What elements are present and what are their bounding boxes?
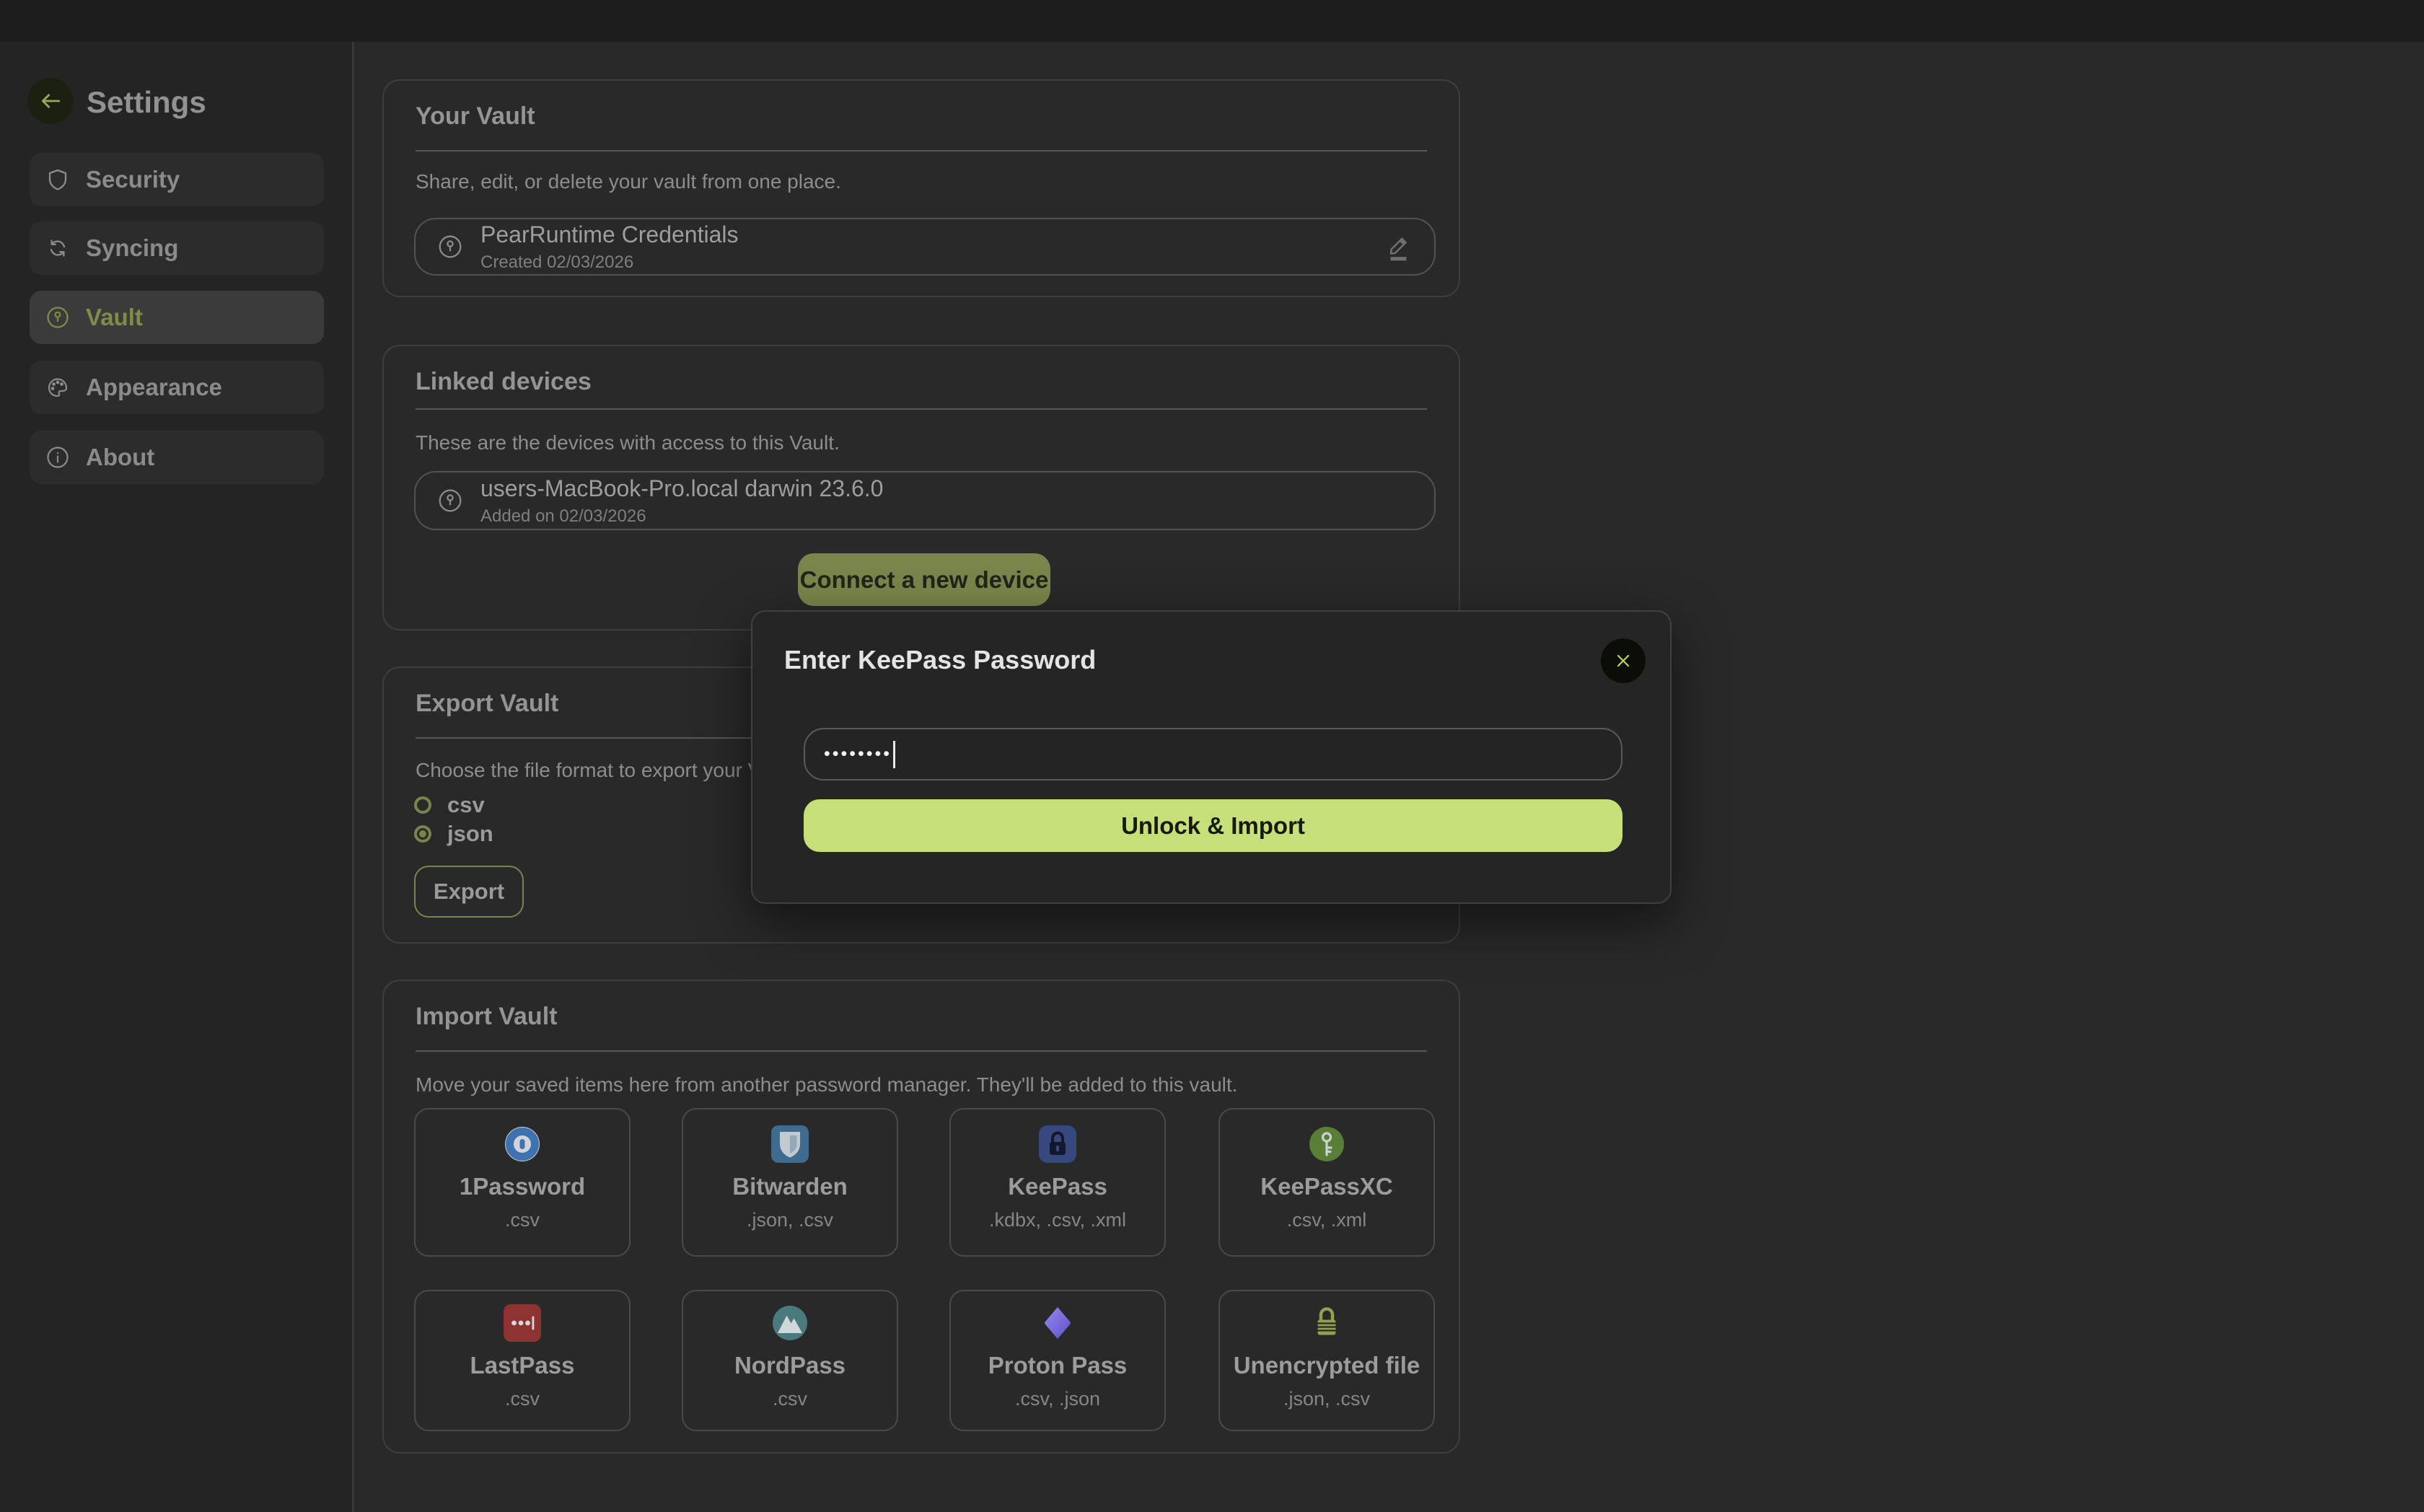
divider <box>416 150 1427 151</box>
edit-vault-button[interactable] <box>1381 229 1415 264</box>
palette-icon <box>45 375 70 400</box>
provider-formats: .json, .csv <box>1283 1388 1370 1410</box>
import-provider-1password[interactable]: 1Password .csv <box>414 1108 631 1257</box>
sidebar-item-label: Appearance <box>86 374 222 401</box>
sync-icon <box>45 236 70 260</box>
import-provider-keepass[interactable]: KeePass .kdbx, .csv, .xml <box>949 1108 1166 1257</box>
provider-name: 1Password <box>460 1173 585 1200</box>
bitwarden-icon <box>771 1125 809 1163</box>
info-icon <box>45 445 70 470</box>
sidebar-item-appearance[interactable]: Appearance <box>30 361 324 414</box>
password-input[interactable]: •••••••• <box>804 728 1622 781</box>
sidebar-item-label: Syncing <box>86 234 178 262</box>
text-caret <box>893 741 895 768</box>
export-format-option-csv[interactable]: csv <box>414 792 485 818</box>
sidebar-item-label: About <box>86 444 154 471</box>
radio-label: json <box>447 821 493 847</box>
unlock-import-button[interactable]: Unlock & Import <box>804 799 1622 852</box>
onepassword-icon <box>504 1125 541 1163</box>
close-dialog-button[interactable] <box>1601 638 1646 683</box>
provider-name: Unencrypted file <box>1234 1352 1420 1379</box>
close-icon <box>1611 649 1635 673</box>
vault-row: PearRuntime Credentials Created 02/03/20… <box>414 218 1436 276</box>
settings-sidebar: Settings Security Syncing Vault Appearan… <box>0 42 354 1512</box>
arrow-left-icon <box>36 87 65 115</box>
card-description: Share, edit, or delete your vault from o… <box>416 170 841 193</box>
radio-label: csv <box>447 792 485 818</box>
card-description: These are the devices with access to thi… <box>416 431 840 454</box>
provider-name: Bitwarden <box>732 1173 848 1200</box>
connect-new-device-button[interactable]: Connect a new device <box>798 553 1050 606</box>
provider-name: KeePass <box>1008 1173 1107 1200</box>
card-title: Linked devices <box>416 368 592 396</box>
sidebar-item-about[interactable]: About <box>30 431 324 484</box>
window-title-bar <box>0 0 2424 42</box>
provider-formats: .csv, .xml <box>1287 1209 1367 1231</box>
password-masked-value: •••••••• <box>824 745 892 763</box>
import-provider-protonpass[interactable]: Proton Pass .csv, .json <box>949 1290 1166 1431</box>
protonpass-icon <box>1039 1304 1076 1342</box>
import-provider-keepassxc[interactable]: KeePassXC .csv, .xml <box>1218 1108 1435 1257</box>
page-title: Settings <box>87 84 206 121</box>
lastpass-icon <box>504 1304 541 1342</box>
sidebar-item-security[interactable]: Security <box>30 153 324 206</box>
vault-created-date: Created 02/03/2026 <box>480 252 739 273</box>
import-vault-card: Import Vault Move your saved items here … <box>382 980 1460 1454</box>
import-provider-lastpass[interactable]: LastPass .csv <box>414 1290 631 1431</box>
shield-icon <box>45 167 70 192</box>
provider-name: LastPass <box>470 1352 575 1379</box>
provider-formats: .json, .csv <box>747 1209 833 1231</box>
key-circle-icon <box>45 305 70 330</box>
card-title: Export Vault <box>416 690 558 718</box>
provider-formats: .csv <box>505 1209 540 1231</box>
provider-name: NordPass <box>734 1352 846 1379</box>
provider-formats: .csv, .json <box>1015 1388 1100 1410</box>
back-button[interactable] <box>27 78 74 124</box>
radio-selected-icon <box>414 825 431 843</box>
provider-formats: .csv <box>773 1388 807 1410</box>
linked-devices-card: Linked devices These are the devices wit… <box>382 345 1460 630</box>
nordpass-icon <box>771 1304 809 1342</box>
keepass-password-dialog: Enter KeePass Password •••••••• Unlock &… <box>751 610 1672 904</box>
export-button[interactable]: Export <box>414 866 524 918</box>
device-added-date: Added on 02/03/2026 <box>480 506 883 527</box>
your-vault-card: Your Vault Share, edit, or delete your v… <box>382 79 1460 297</box>
dialog-title: Enter KeePass Password <box>784 645 1096 675</box>
sidebar-item-vault[interactable]: Vault <box>30 291 324 344</box>
import-provider-nordpass[interactable]: NordPass .csv <box>682 1290 898 1431</box>
keepass-icon <box>1039 1125 1076 1163</box>
import-provider-unencrypted-file[interactable]: Unencrypted file .json, .csv <box>1218 1290 1435 1431</box>
radio-unselected-icon <box>414 796 431 814</box>
card-description: Move your saved items here from another … <box>416 1073 1237 1096</box>
divider <box>416 1050 1427 1052</box>
key-circle-icon <box>437 234 463 260</box>
card-title: Import Vault <box>416 1003 557 1031</box>
divider <box>416 408 1427 410</box>
provider-name: KeePassXC <box>1260 1173 1392 1200</box>
provider-name: Proton Pass <box>988 1352 1128 1379</box>
card-description: Choose the file format to export your Va… <box>416 759 798 782</box>
card-title: Your Vault <box>416 102 535 131</box>
export-format-option-json[interactable]: json <box>414 821 493 847</box>
pencil-icon <box>1381 229 1415 264</box>
key-circle-icon <box>437 488 463 514</box>
device-name: users-MacBook-Pro.local darwin 23.6.0 <box>480 475 883 502</box>
sidebar-item-label: Vault <box>86 304 143 331</box>
provider-formats: .csv <box>505 1388 540 1410</box>
keepassxc-icon <box>1308 1125 1345 1163</box>
device-row: users-MacBook-Pro.local darwin 23.6.0 Ad… <box>414 471 1436 530</box>
import-provider-bitwarden[interactable]: Bitwarden .json, .csv <box>682 1108 898 1257</box>
unencrypted-file-icon <box>1308 1304 1345 1342</box>
sidebar-item-syncing[interactable]: Syncing <box>30 221 324 275</box>
sidebar-item-label: Security <box>86 166 180 193</box>
vault-name: PearRuntime Credentials <box>480 221 739 248</box>
provider-formats: .kdbx, .csv, .xml <box>989 1209 1126 1231</box>
